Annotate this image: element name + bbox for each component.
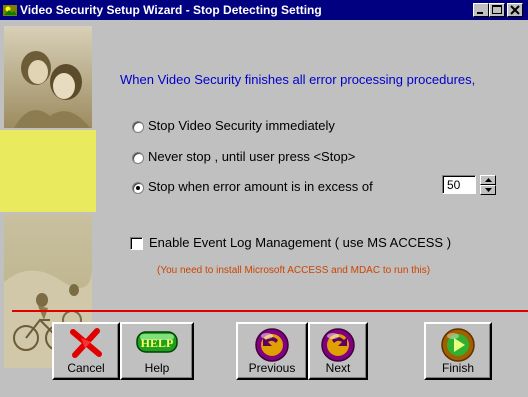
finish-label: Finish: [441, 361, 474, 375]
help-icon: HELP: [136, 331, 178, 353]
cancel-button[interactable]: Cancel: [52, 322, 120, 380]
window-title: Video Security Setup Wizard - Stop Detec…: [20, 3, 322, 17]
option-stop-immediately-label: Stop Video Security immediately: [148, 118, 335, 133]
wizard-window: Video Security Setup Wizard - Stop Detec…: [0, 0, 528, 397]
option-stop-on-error-label: Stop when error amount is in excess of: [148, 179, 373, 194]
spin-down-button[interactable]: [480, 185, 496, 195]
cancel-icon: [70, 328, 102, 358]
help-icon-text: HELP: [141, 336, 174, 350]
previous-icon: [255, 328, 289, 362]
title-bar[interactable]: Video Security Setup Wizard - Stop Detec…: [0, 0, 528, 20]
instruction-message: When Video Security finishes all error p…: [120, 72, 476, 87]
minimize-icon: [477, 12, 483, 14]
finish-icon: [441, 328, 475, 362]
next-label: Next: [325, 361, 351, 375]
close-icon: [510, 5, 520, 15]
event-log-checkbox[interactable]: [130, 237, 143, 250]
radio-never-stop[interactable]: [132, 152, 144, 164]
access-requirement-note: (You need to install Microsoft ACCESS an…: [157, 265, 431, 276]
previous-label: Previous: [248, 361, 296, 375]
finish-button[interactable]: Finish: [424, 322, 492, 380]
side-illustration: [0, 20, 96, 372]
arrow-up-icon: [485, 178, 492, 182]
radio-stop-on-error-threshold[interactable]: [132, 182, 144, 194]
minimize-button[interactable]: [473, 3, 489, 17]
maximize-icon: [492, 5, 502, 14]
help-button[interactable]: HELP Help: [120, 322, 194, 380]
error-threshold-input[interactable]: 50: [442, 175, 476, 194]
divider-line: [12, 310, 528, 312]
option-never-stop-label: Never stop , until user press <Stop>: [148, 149, 356, 164]
event-log-label: Enable Event Log Management ( use MS ACC…: [149, 235, 452, 250]
radio-stop-immediately[interactable]: [132, 121, 144, 133]
radio-selected-dot: [136, 186, 140, 190]
cancel-label: Cancel: [67, 361, 105, 375]
app-icon: [3, 5, 17, 16]
arrow-down-icon: [485, 188, 492, 192]
help-label: Help: [144, 361, 170, 375]
maximize-button[interactable]: [489, 3, 505, 17]
next-button[interactable]: Next: [308, 322, 368, 380]
spin-up-button[interactable]: [480, 175, 496, 185]
previous-button[interactable]: Previous: [236, 322, 308, 380]
close-button[interactable]: [507, 3, 523, 17]
next-icon: [321, 328, 355, 362]
